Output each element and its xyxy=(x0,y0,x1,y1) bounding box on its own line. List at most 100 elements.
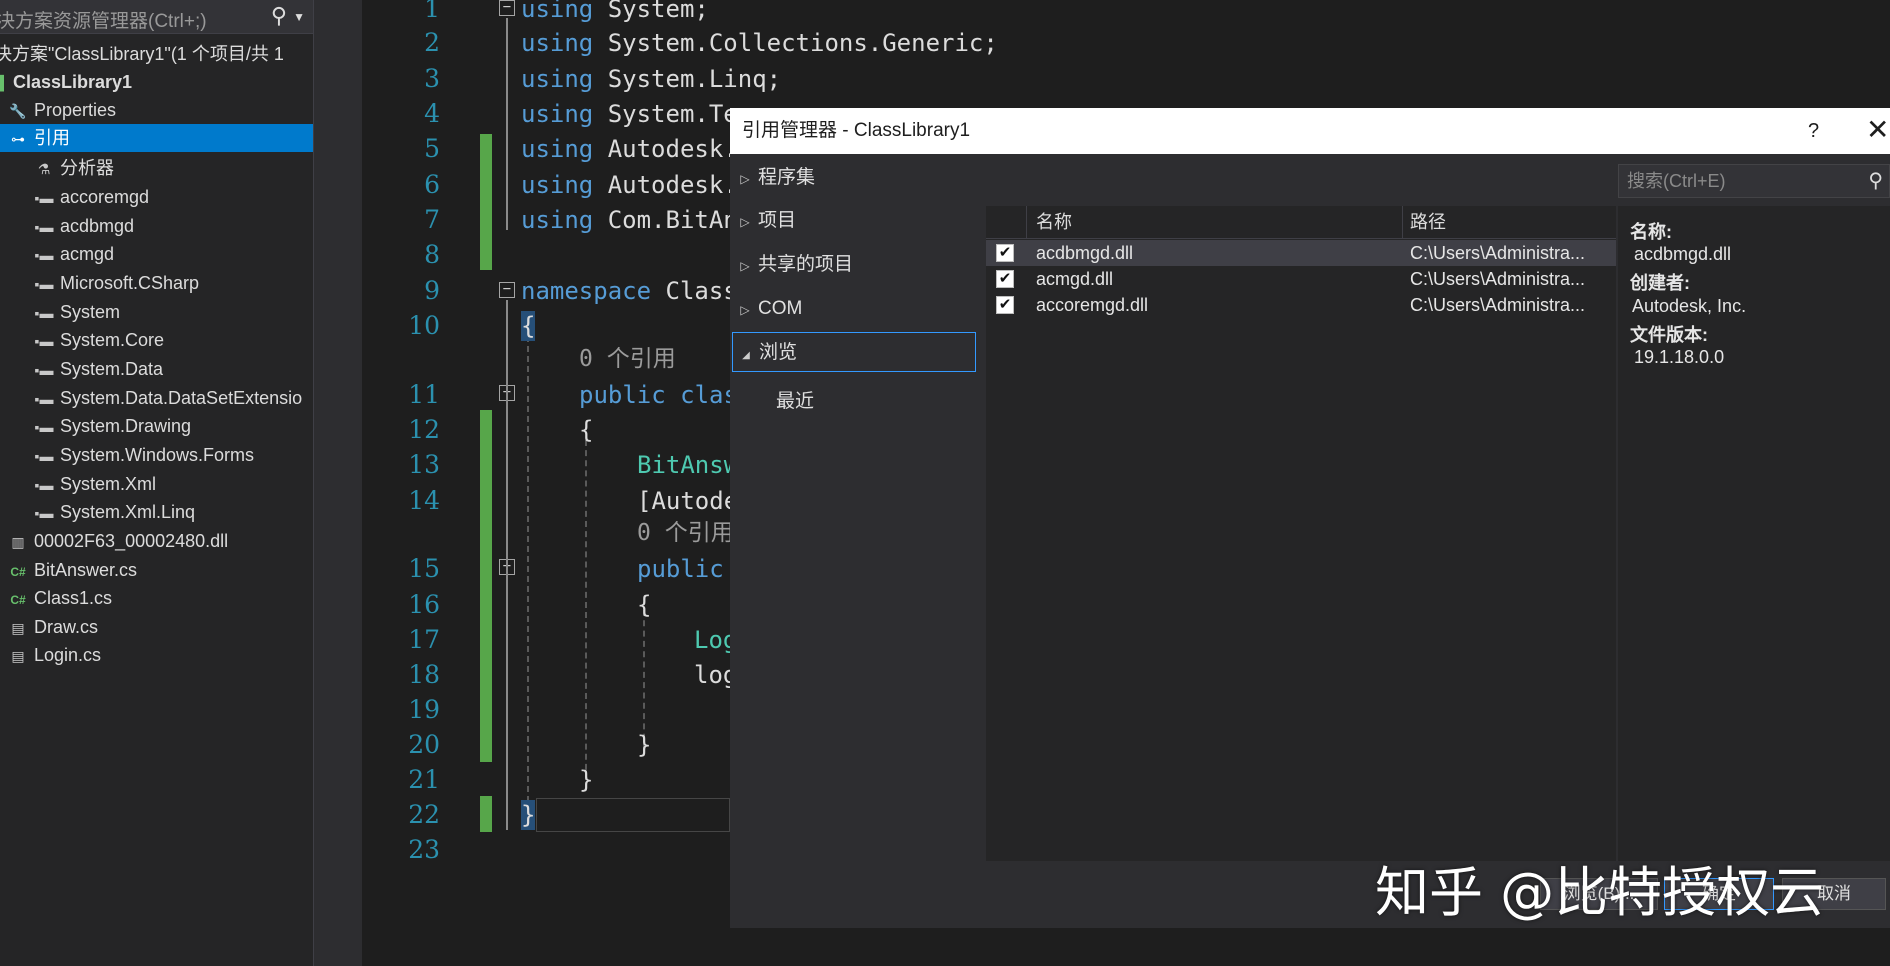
line-number: 17 xyxy=(408,625,440,654)
table-row[interactable]: ✔ accoremgd.dll C:\Users\Administra... xyxy=(986,292,1616,318)
code-line[interactable]: using System.Collections.Generic; xyxy=(521,28,998,58)
tree-item-reference[interactable]: ▪▬ Microsoft.CSharp xyxy=(0,269,313,297)
code-text: System.Linq; xyxy=(593,65,782,93)
tree-item-label: System.Core xyxy=(60,330,165,350)
code-line[interactable]: public xyxy=(637,554,724,584)
form-file-icon: ▤ xyxy=(11,620,25,636)
code-text: Autodesk. xyxy=(593,171,738,199)
column-header-name[interactable]: 名称 xyxy=(1036,206,1072,238)
code-line[interactable]: using System.Te xyxy=(521,99,738,129)
tree-item-analyzer[interactable]: ⚗ 分析器 xyxy=(0,154,313,182)
collapse-toggle[interactable]: − xyxy=(499,0,515,16)
nav-item-label: 最近 xyxy=(776,391,815,412)
column-separator[interactable] xyxy=(1402,206,1403,238)
reference-path: C:\Users\Administra... xyxy=(1410,243,1586,263)
tree-item-reference[interactable]: ▪▬ acmgd xyxy=(0,240,313,268)
code-line[interactable]: } xyxy=(637,730,651,760)
tree-item-label: BitAnswer.cs xyxy=(34,560,138,580)
reference-count-lens[interactable]: 0 个引用 xyxy=(637,518,734,548)
search-icon[interactable]: ⚲ xyxy=(271,3,287,29)
tree-item-references[interactable]: ⊶ 引用 xyxy=(0,124,313,152)
chevron-down-icon[interactable]: ▼ xyxy=(293,10,305,24)
solution-search-box[interactable]: 决方案资源管理器(Ctrl+;) ⚲ ▼ xyxy=(0,0,313,34)
tree-item-file[interactable]: ▤ Login.cs xyxy=(0,641,313,669)
code-text: System; xyxy=(593,0,709,23)
nav-item-projects[interactable]: ▷ 项目 xyxy=(732,201,976,241)
tree-item-project[interactable]: ▍ ClassLibrary1 xyxy=(0,68,313,96)
tree-item-reference[interactable]: ▪▬ System.Data xyxy=(0,355,313,383)
line-number: 19 xyxy=(408,695,440,724)
tree-item-reference[interactable]: ▪▬ System.Xml xyxy=(0,470,313,498)
tree-item-reference[interactable]: ▪▬ System.Windows.Forms xyxy=(0,441,313,469)
tree-item-dll[interactable]: ▥ 00002F63_00002480.dll xyxy=(0,527,313,555)
line-number: 5 xyxy=(424,134,440,163)
expand-arrow-icon: ▷ xyxy=(740,215,750,229)
reference-name: acdbmgd.dll xyxy=(1036,243,1134,263)
detail-creator-value: Autodesk, Inc. xyxy=(1632,296,1747,316)
reference-name: accoremgd.dll xyxy=(1036,295,1149,315)
help-button[interactable]: ? xyxy=(1808,108,1819,154)
include-checkbox[interactable]: ✔ xyxy=(996,270,1014,288)
tree-item-reference[interactable]: ▪▬ System.Core xyxy=(0,326,313,354)
code-line[interactable]: [Autode xyxy=(637,486,738,516)
reference-search-input[interactable]: 搜索(Ctrl+E) ⚲ xyxy=(1618,164,1890,198)
tree-item-reference[interactable]: ▪▬ System.Drawing xyxy=(0,412,313,440)
column-separator[interactable] xyxy=(1026,206,1027,238)
tree-item-reference[interactable]: ▪▬ System.Xml.Linq xyxy=(0,498,313,526)
table-row[interactable]: ✔ acmgd.dll C:\Users\Administra... xyxy=(986,266,1616,292)
column-header-path[interactable]: 路径 xyxy=(1410,206,1446,238)
code-line[interactable]: using Autodesk. xyxy=(521,170,738,200)
dialog-title-bar[interactable]: 引用管理器 - ClassLibrary1 ? ✕ xyxy=(730,108,1890,154)
tree-item-file[interactable]: C# BitAnswer.cs xyxy=(0,556,313,584)
code-line[interactable]: { xyxy=(637,590,651,620)
collapse-toggle[interactable]: − xyxy=(499,282,515,298)
tree-item-reference[interactable]: ▪▬ accoremgd xyxy=(0,183,313,211)
nav-item-browse[interactable]: ◢ 浏览 xyxy=(732,332,976,372)
tree-item-label: Draw.cs xyxy=(34,617,99,637)
nav-item-shared-projects[interactable]: ▷ 共享的项目 xyxy=(732,245,976,285)
code-line[interactable]: BitAnsw xyxy=(637,450,738,480)
code-line[interactable]: namespace Class xyxy=(521,276,738,306)
keyword: using xyxy=(521,29,594,57)
nav-item-recent[interactable]: 最近 xyxy=(732,382,976,422)
line-number: 3 xyxy=(424,64,440,93)
tree-item-label: accoremgd xyxy=(60,187,150,207)
tree-item-properties[interactable]: 🔧 Properties xyxy=(0,96,313,124)
line-number: 20 xyxy=(408,730,440,759)
close-button[interactable]: ✕ xyxy=(1866,108,1889,152)
nav-item-assemblies[interactable]: ▷ 程序集 xyxy=(732,158,976,198)
code-line[interactable]: } xyxy=(521,800,536,830)
tree-item-reference[interactable]: ▪▬ System.Data.DataSetExtensio xyxy=(0,384,313,412)
tree-item-label: System.Xml xyxy=(60,474,157,494)
code-line[interactable]: } xyxy=(579,765,593,795)
reference-count-lens[interactable]: 0 个引用 xyxy=(579,344,676,374)
keyword: using xyxy=(521,171,594,199)
tree-item-label: 00002F63_00002480.dll xyxy=(34,531,229,551)
keyword: namespace xyxy=(521,277,652,305)
tree-item-label: System.Data xyxy=(60,359,164,379)
code-line[interactable]: using System; xyxy=(521,0,709,24)
search-icon[interactable]: ⚲ xyxy=(1868,165,1883,197)
code-line[interactable]: { xyxy=(521,311,536,341)
tree-item-file[interactable]: ▤ Draw.cs xyxy=(0,613,313,641)
include-checkbox[interactable]: ✔ xyxy=(996,296,1014,314)
tree-item-file[interactable]: C# Class1.cs xyxy=(0,584,313,612)
library-icon: ▥ xyxy=(11,534,25,550)
code-line[interactable]: using Com.BitAn xyxy=(521,205,738,235)
tree-item-label: Login.cs xyxy=(34,645,102,665)
table-row[interactable]: ✔ acdbmgd.dll C:\Users\Administra... xyxy=(986,240,1616,266)
tree-item-reference[interactable]: ▪▬ System xyxy=(0,298,313,326)
code-line[interactable]: public clas xyxy=(579,380,738,410)
code-line[interactable]: using System.Linq; xyxy=(521,64,781,94)
tree-item-solution[interactable]: 决方案"ClassLibrary1"(1 个项目/共 1 xyxy=(0,40,307,68)
line-number: 13 xyxy=(408,450,440,479)
nav-item-com[interactable]: ▷ COM xyxy=(732,289,976,329)
include-checkbox[interactable]: ✔ xyxy=(996,244,1014,262)
tree-item-label: acdbmgd xyxy=(60,216,135,236)
code-line[interactable]: { xyxy=(579,415,593,445)
detail-version-value: 19.1.18.0.0 xyxy=(1634,347,1725,367)
reference-icon: ▪▬ xyxy=(34,219,54,235)
code-line[interactable]: using Autodesk. xyxy=(521,134,738,164)
tree-item-reference[interactable]: ▪▬ acdbmgd xyxy=(0,212,313,240)
code-text: Com.BitAn xyxy=(593,206,738,234)
